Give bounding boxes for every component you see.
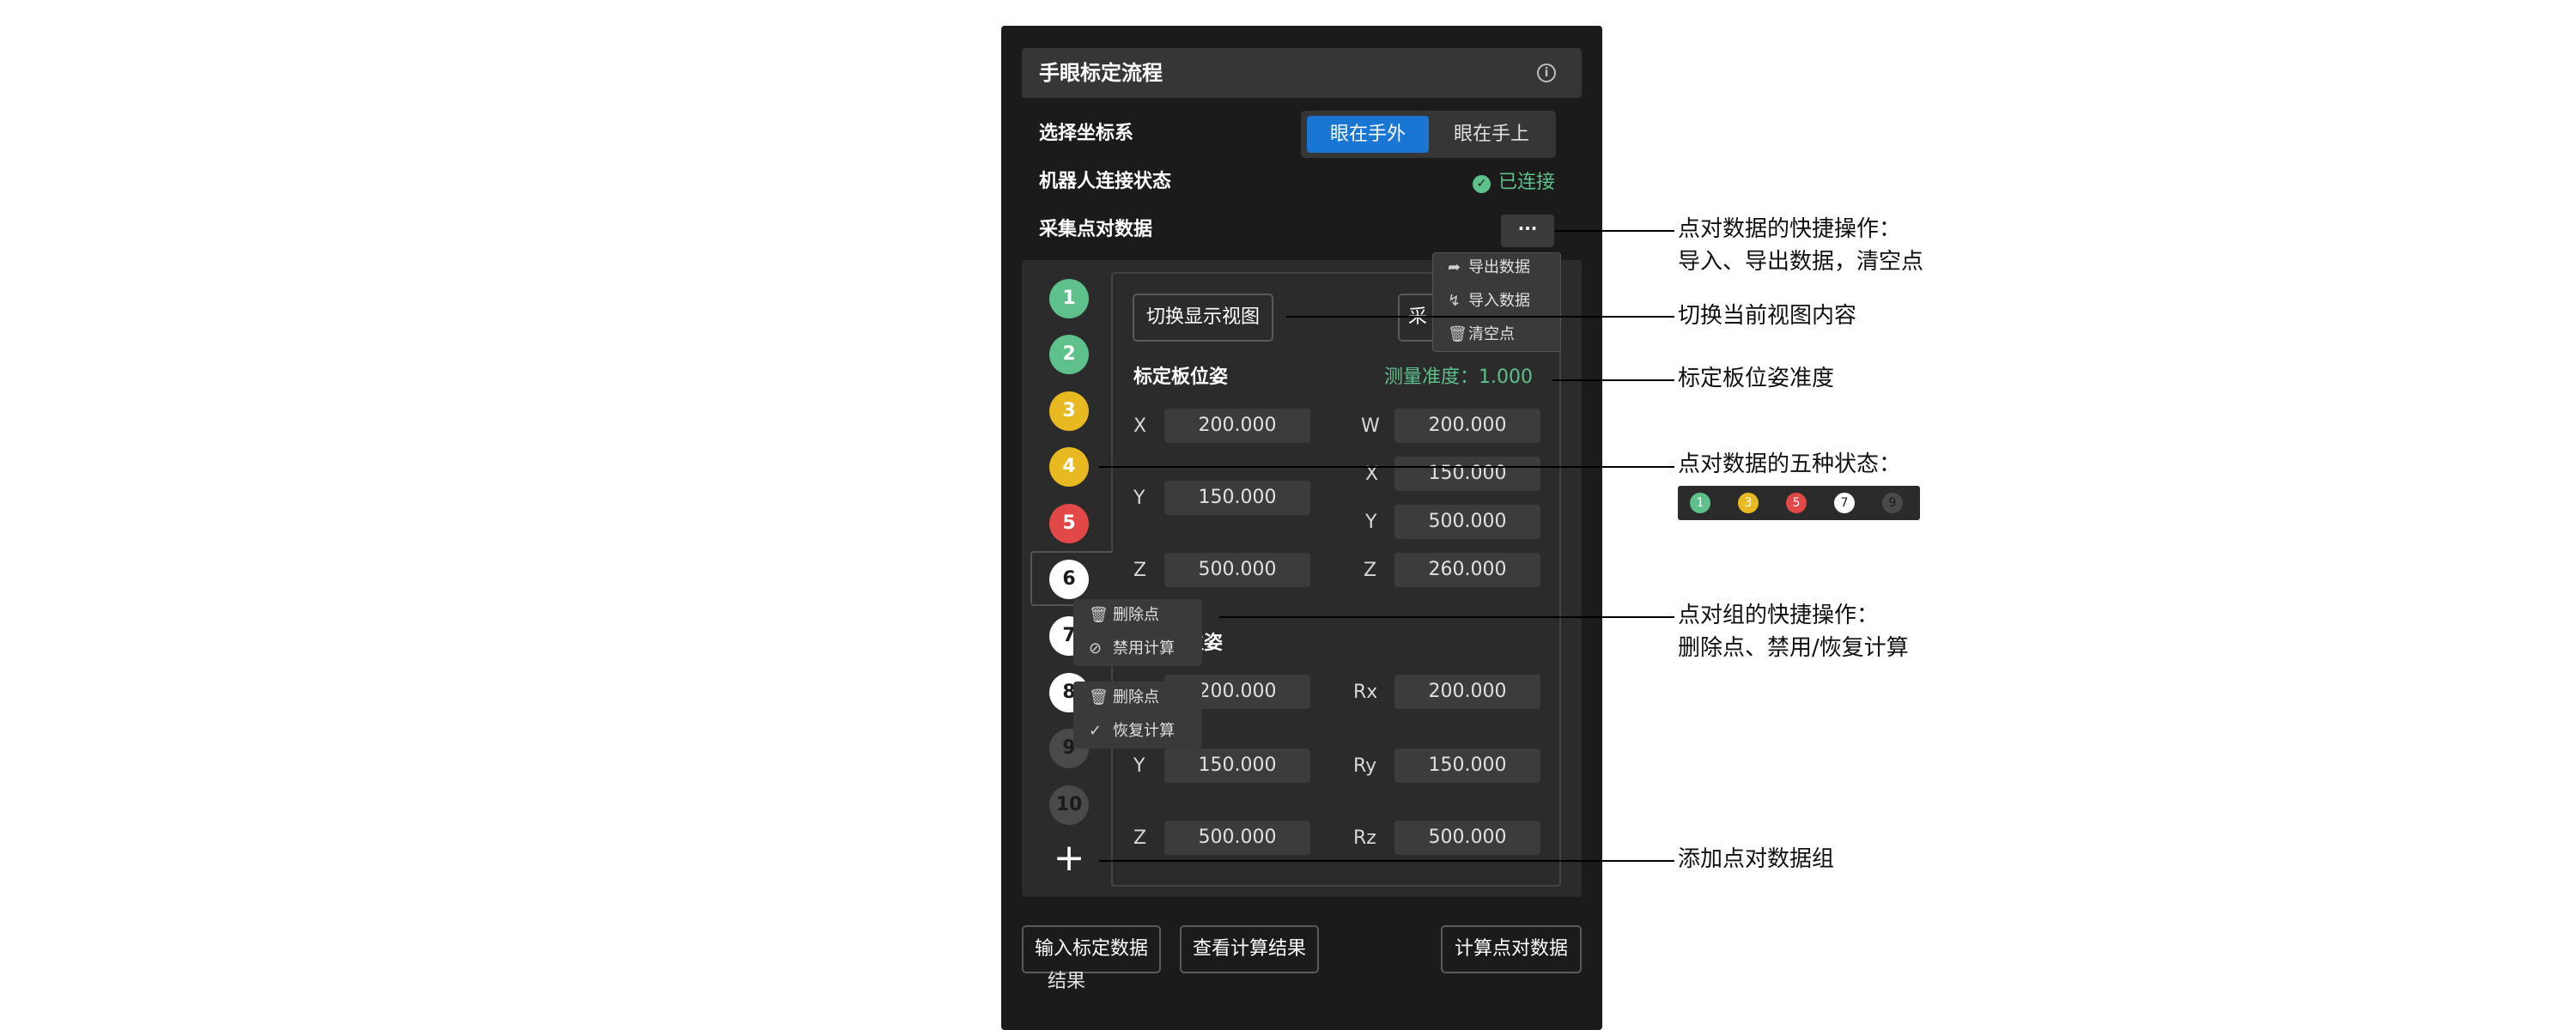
group-menu-disable[interactable]: ⊘ 禁用计算 — [1089, 633, 1175, 664]
annotation-line — [1554, 230, 1674, 232]
annotation-line — [1286, 316, 1674, 318]
import-icon: ↯ — [1448, 292, 1461, 310]
field-label: W — [1361, 415, 1380, 437]
menu-item-export[interactable]: ➦ 导出数据 — [1448, 252, 1530, 283]
point-group-6[interactable]: 6 — [1049, 560, 1089, 599]
robot-status-label: 机器人连接状态 — [1039, 171, 1172, 192]
annotation-quick-ops-detail: 导入、导出数据，清空点 — [1678, 249, 1924, 275]
coord-option-eye-in-hand[interactable]: 眼在手上 — [1432, 116, 1551, 153]
point-group-2[interactable]: 2 — [1049, 335, 1089, 374]
accuracy-value: 测量准度：1.000 — [1384, 367, 1533, 388]
legend-state-red: 5 — [1786, 493, 1807, 513]
group-menu-delete[interactable]: 🗑 删除点 — [1089, 682, 1159, 713]
field-label: Y — [1133, 755, 1145, 777]
point-group-1[interactable]: 1 — [1049, 279, 1089, 318]
trash-icon: 🗑 — [1448, 325, 1467, 343]
menu-item-label: 导入数据 — [1468, 292, 1530, 310]
field-value[interactable]: 150.000 — [1394, 457, 1540, 491]
ban-icon: ⊘ — [1089, 639, 1103, 657]
menu-item-import[interactable]: ↯ 导入数据 — [1448, 286, 1530, 317]
field-value[interactable]: 150.000 — [1164, 481, 1310, 515]
field-label: Z — [1364, 560, 1377, 581]
legend-state-yellow: 3 — [1738, 493, 1759, 513]
menu-item-label: 清空点 — [1468, 325, 1515, 343]
group-menu-label: 删除点 — [1113, 606, 1159, 624]
annotation-add-group: 添加点对数据组 — [1678, 846, 1835, 872]
robot-status-value: 已连接 — [1498, 172, 1556, 193]
menu-item-label: 导出数据 — [1468, 258, 1530, 276]
menu-item-clear[interactable]: 🗑清空点 — [1448, 319, 1515, 350]
board-pose-title: 标定板位姿 — [1133, 367, 1229, 388]
group-menu-delete[interactable]: 🗑 删除点 — [1089, 600, 1159, 631]
add-group-button[interactable]: + — [1051, 839, 1087, 877]
field-label: Ry — [1353, 755, 1377, 777]
field-value[interactable]: 500.000 — [1394, 505, 1540, 539]
field-label: X — [1365, 464, 1379, 485]
field-value[interactable]: 500.000 — [1394, 821, 1540, 855]
field-value[interactable]: 200.000 — [1394, 409, 1540, 443]
coord-label: 选择坐标系 — [1039, 123, 1134, 144]
check-circle-icon: ✓ — [1089, 722, 1103, 740]
annotation-accuracy: 标定板位姿准度 — [1678, 366, 1835, 391]
group-menu-label: 恢复计算 — [1113, 722, 1175, 740]
trash-icon: 🗑 — [1089, 606, 1109, 624]
field-value[interactable]: 200.000 — [1164, 409, 1310, 443]
more-actions-button[interactable]: ··· — [1501, 215, 1554, 247]
point-group-3[interactable]: 3 — [1049, 391, 1089, 431]
field-label: Z — [1133, 827, 1147, 849]
result-label: 结果 — [1048, 971, 1086, 992]
group-menu-label: 禁用计算 — [1113, 639, 1175, 657]
annotation-switch-view: 切换当前视图内容 — [1678, 303, 1857, 329]
field-value[interactable]: 500.000 — [1164, 553, 1310, 587]
field-label: Y — [1365, 512, 1377, 533]
field-value[interactable]: 150.000 — [1394, 748, 1540, 783]
group-menu-label: 删除点 — [1113, 688, 1159, 706]
field-label: Y — [1133, 488, 1145, 509]
field-label: Z — [1133, 560, 1147, 581]
annotation-group-ops-detail: 删除点、禁用/恢复计算 — [1678, 635, 1909, 661]
annotation-line — [1099, 466, 1674, 468]
point-group-5[interactable]: 5 — [1049, 504, 1089, 543]
group-menu-restore[interactable]: ✓ 恢复计算 — [1089, 716, 1175, 747]
calculate-button[interactable]: 计算点对数据 — [1441, 925, 1582, 973]
legend-state-white: 7 — [1834, 493, 1855, 513]
annotation-line — [1219, 616, 1674, 618]
field-value[interactable]: 150.000 — [1164, 748, 1310, 783]
annotation-quick-ops-title: 点对数据的快捷操作： — [1678, 216, 1902, 242]
switch-view-button[interactable]: 切换显示视图 — [1133, 294, 1273, 342]
annotation-line — [1552, 379, 1674, 381]
field-label: Rz — [1353, 827, 1376, 849]
view-results-button[interactable]: 查看计算结果 — [1180, 925, 1319, 973]
check-circle-icon: ✓ — [1473, 175, 1491, 193]
field-label: Rx — [1353, 682, 1378, 703]
annotation-line — [1099, 860, 1674, 862]
input-data-button[interactable]: 输入标定数据 — [1022, 925, 1161, 973]
coord-option-eye-to-hand[interactable]: 眼在手外 — [1307, 116, 1429, 153]
legend-state-disabled: 9 — [1882, 493, 1903, 513]
annotation-five-states: 点对数据的五种状态： — [1678, 451, 1902, 477]
panel-title: 手眼标定流程 — [1039, 61, 1163, 85]
info-icon[interactable]: i — [1537, 64, 1556, 82]
share-icon: ➦ — [1448, 258, 1461, 276]
field-value[interactable]: 200.000 — [1394, 675, 1540, 709]
trash-icon: 🗑 — [1089, 688, 1109, 706]
collect-label: 采集点对数据 — [1039, 219, 1153, 240]
legend-state-green: 1 — [1690, 493, 1710, 513]
point-group-10[interactable]: 10 — [1049, 785, 1089, 825]
field-value[interactable]: 260.000 — [1394, 553, 1540, 587]
annotation-group-ops-title: 点对组的快捷操作： — [1678, 603, 1880, 628]
point-group-4[interactable]: 4 — [1049, 447, 1089, 487]
field-label: X — [1133, 415, 1147, 437]
field-value[interactable]: 500.000 — [1164, 821, 1310, 855]
